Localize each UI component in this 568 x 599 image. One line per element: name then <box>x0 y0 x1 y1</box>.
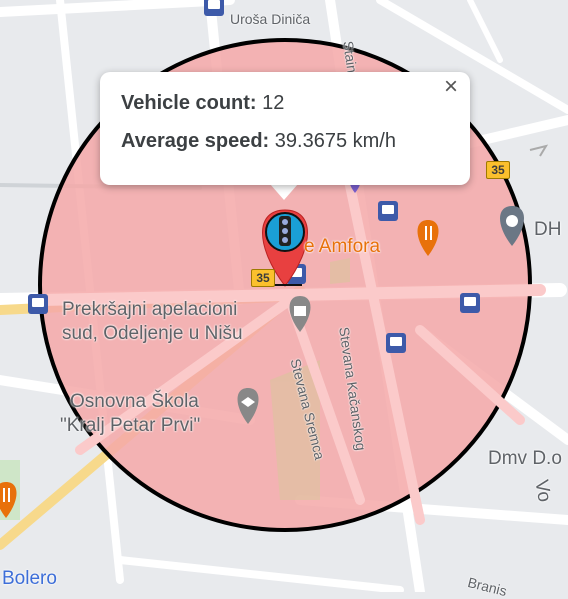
bus-stop-icon[interactable] <box>386 333 406 353</box>
poi-label-bolero: Bolero <box>2 568 57 589</box>
poi-label-school-line1: Osnovna Škola <box>70 391 199 412</box>
poi-label-dh: DH <box>534 219 562 240</box>
poi-label-dmv: Dmv D.o <box>488 448 562 469</box>
traffic-light-icon <box>279 216 291 246</box>
bus-stop-icon[interactable] <box>378 201 398 221</box>
bus-stop-icon[interactable] <box>460 293 480 313</box>
bus-stop-icon[interactable] <box>204 0 224 16</box>
close-icon[interactable]: × <box>440 74 462 100</box>
popup-tail <box>270 184 298 200</box>
poi-label-vo: Vo <box>530 478 555 504</box>
average-speed-value: 39.3675 km/h <box>274 130 396 152</box>
vehicle-count-row: Vehicle count: 12 <box>121 92 284 115</box>
bus-stop-icon[interactable] <box>28 294 48 314</box>
route-badge: 35 <box>486 161 510 179</box>
average-speed-label: Average speed: <box>121 130 270 152</box>
arrow-icon <box>529 144 549 157</box>
poi-label-court-line1: Prekršajni apelacioni <box>62 299 238 320</box>
vehicle-count-label: Vehicle count: <box>121 92 257 114</box>
vehicle-count-value: 12 <box>262 92 285 114</box>
average-speed-row: Average speed: 39.3675 km/h <box>121 130 396 153</box>
street-label-urosa-dinica: Uroša Diniča <box>230 11 311 27</box>
route-badge: 35 <box>251 269 275 287</box>
poi-label-amfora: e Amfora <box>304 236 381 257</box>
poi-label-court-line2: sud, Odeljenje u Nišu <box>62 323 243 344</box>
info-popup: × Vehicle count: 12 Average speed: 39.36… <box>100 72 470 185</box>
poi-label-school-line2: "Kralj Petar Prvi" <box>60 415 201 436</box>
